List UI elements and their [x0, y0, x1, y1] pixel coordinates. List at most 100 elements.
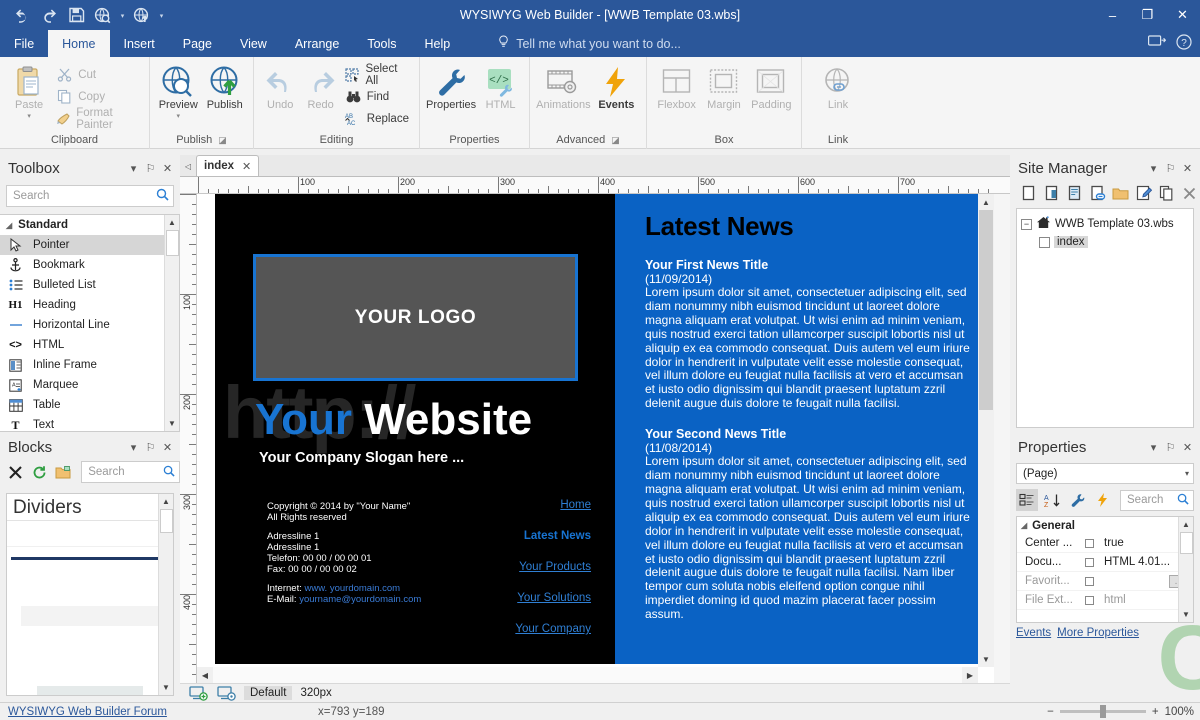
- site-manager-menu-icon[interactable]: ▾: [1145, 158, 1162, 178]
- site-manager-close-icon[interactable]: ✕: [1179, 158, 1196, 178]
- scroll-track[interactable]: [213, 667, 962, 683]
- animations-button[interactable]: Animations: [536, 61, 591, 111]
- toolbox-item-table[interactable]: Table: [0, 395, 179, 415]
- zoom-out-button[interactable]: −: [1047, 706, 1054, 718]
- property-row[interactable]: Center ... true: [1017, 534, 1193, 553]
- ribbon-tab-help[interactable]: Help: [411, 30, 465, 57]
- toolbox-item-bulleted-list[interactable]: Bulleted List: [0, 275, 179, 295]
- search-icon[interactable]: [156, 188, 169, 204]
- preview-globe-icon[interactable]: [91, 3, 115, 27]
- properties-search-input[interactable]: Search: [1120, 490, 1194, 511]
- close-button[interactable]: ✕: [1165, 0, 1200, 30]
- undo-button[interactable]: Undo: [260, 61, 300, 111]
- manage-breakpoint-icon[interactable]: [216, 685, 236, 702]
- email-link[interactable]: yourname@yourdomain.com: [299, 594, 421, 605]
- toolbox-item-html[interactable]: <> HTML: [0, 335, 179, 355]
- help-icon[interactable]: ?: [1176, 34, 1192, 53]
- close-blocks-icon[interactable]: [6, 462, 26, 482]
- tell-me-search[interactable]: Tell me what you want to do...: [498, 30, 681, 57]
- new-master-page-icon[interactable]: [1064, 183, 1085, 204]
- ribbon-tab-insert[interactable]: Insert: [110, 30, 169, 57]
- nav-item-latest-news[interactable]: Latest News: [461, 530, 591, 542]
- toolbox-pin-icon[interactable]: ⚐: [142, 158, 159, 178]
- publish-dialog-launcher-icon[interactable]: ◪: [218, 135, 227, 146]
- scroll-down-icon[interactable]: ▼: [978, 651, 994, 667]
- expand-collapse-icon[interactable]: −: [1021, 219, 1032, 230]
- block-preview-item[interactable]: [21, 606, 159, 626]
- zoom-slider[interactable]: [1060, 710, 1146, 713]
- padding-button[interactable]: Padding: [748, 61, 795, 111]
- scroll-down-icon[interactable]: ▼: [1179, 607, 1193, 622]
- properties-group-general[interactable]: ◢ General: [1017, 517, 1193, 534]
- new-link-page-icon[interactable]: [1087, 183, 1108, 204]
- scroll-thumb[interactable]: [160, 509, 173, 533]
- ribbon-tab-arrange[interactable]: Arrange: [281, 30, 353, 57]
- preview-dropdown-caret-icon[interactable]: ▾: [118, 3, 127, 27]
- nav-link[interactable]: Home: [560, 499, 591, 511]
- save-icon[interactable]: [64, 3, 88, 27]
- checkbox-icon[interactable]: [1085, 596, 1094, 605]
- ribbon-tab-file[interactable]: File: [0, 30, 48, 57]
- properties-scrollbar[interactable]: ▲ ▼: [1178, 517, 1193, 622]
- checkbox-icon[interactable]: [1085, 577, 1094, 586]
- scroll-left-icon[interactable]: ◀: [197, 667, 213, 683]
- logo-placeholder[interactable]: YOUR LOGO: [253, 254, 578, 381]
- canvas-vertical-scrollbar[interactable]: ▲ ▼: [978, 194, 994, 667]
- events-button[interactable]: Events: [593, 61, 640, 111]
- property-row[interactable]: Favorit... ...: [1017, 572, 1193, 591]
- internet-link[interactable]: www. yourdomain.com: [305, 583, 401, 594]
- add-breakpoint-icon[interactable]: [188, 685, 208, 702]
- delete-page-icon[interactable]: [1179, 183, 1200, 204]
- maximize-button[interactable]: ❐: [1130, 0, 1165, 30]
- document-tab-index[interactable]: index ✕: [196, 155, 259, 176]
- publish-globe-icon[interactable]: [130, 3, 154, 27]
- property-row[interactable]: File Ext... html: [1017, 591, 1193, 610]
- toolbox-group-standard[interactable]: ◢ Standard: [0, 215, 179, 235]
- advanced-dialog-launcher-icon[interactable]: ◪: [611, 135, 620, 146]
- toolbox-item-heading[interactable]: H1 Heading: [0, 295, 179, 315]
- scroll-right-icon[interactable]: ▶: [962, 667, 978, 683]
- scroll-down-icon[interactable]: ▼: [165, 416, 179, 431]
- properties-button[interactable]: Properties: [426, 61, 476, 111]
- scroll-up-icon[interactable]: ▲: [978, 194, 994, 210]
- properties-pin-icon[interactable]: ⚐: [1162, 437, 1179, 457]
- open-folder-icon[interactable]: [53, 462, 73, 482]
- blocks-scrollbar[interactable]: ▲ ▼: [158, 494, 173, 695]
- search-icon[interactable]: [1177, 493, 1189, 508]
- scroll-up-icon[interactable]: ▲: [1179, 517, 1193, 532]
- site-tree[interactable]: − WWB Template 03.wbs index: [1016, 208, 1194, 428]
- property-row[interactable]: Docu... HTML 4.01...: [1017, 553, 1193, 572]
- toolbox-item-list[interactable]: ◢ Standard Pointer Bookmark Bulleted Li: [0, 214, 180, 432]
- toolbox-item-inline-frame[interactable]: Inline Frame: [0, 355, 179, 375]
- toolbox-item-bookmark[interactable]: Bookmark: [0, 255, 179, 275]
- scroll-down-icon[interactable]: ▼: [159, 680, 173, 695]
- more-properties-link[interactable]: More Properties: [1057, 627, 1139, 639]
- new-folder-icon[interactable]: [1110, 183, 1131, 204]
- toolbox-item-text[interactable]: T Text: [0, 415, 179, 432]
- replace-button[interactable]: ABAC Replace: [341, 108, 413, 129]
- property-pages-icon[interactable]: [1066, 489, 1088, 511]
- preview-button[interactable]: Preview ▾: [156, 61, 201, 120]
- block-preview-item[interactable]: [37, 686, 143, 696]
- refresh-icon[interactable]: [30, 462, 50, 482]
- canvas-horizontal-scrollbar[interactable]: ◀ ▶: [197, 667, 978, 683]
- blocks-search-input[interactable]: Search: [81, 461, 180, 483]
- toolbox-item-pointer[interactable]: Pointer: [0, 235, 179, 255]
- paste-caret-icon[interactable]: ▾: [27, 112, 31, 120]
- site-tree-root[interactable]: − WWB Template 03.wbs: [1021, 215, 1193, 233]
- redo-button[interactable]: Redo: [300, 61, 340, 111]
- zoom-in-button[interactable]: +: [1152, 706, 1159, 718]
- nav-link[interactable]: Your Solutions: [517, 592, 591, 604]
- cut-button[interactable]: Cut: [52, 64, 143, 85]
- scroll-up-icon[interactable]: ▲: [159, 494, 173, 509]
- block-preview-item[interactable]: [7, 521, 173, 547]
- toolbox-menu-icon[interactable]: ▾: [125, 158, 142, 178]
- share-icon[interactable]: [1148, 35, 1166, 52]
- flexbox-button[interactable]: Flexbox: [653, 61, 700, 111]
- scroll-thumb[interactable]: [166, 230, 179, 256]
- ribbon-tab-page[interactable]: Page: [169, 30, 226, 57]
- minimize-button[interactable]: –: [1095, 0, 1130, 30]
- redo-icon[interactable]: [37, 3, 61, 27]
- close-tab-icon[interactable]: ✕: [242, 160, 251, 173]
- ribbon-tab-tools[interactable]: Tools: [353, 30, 410, 57]
